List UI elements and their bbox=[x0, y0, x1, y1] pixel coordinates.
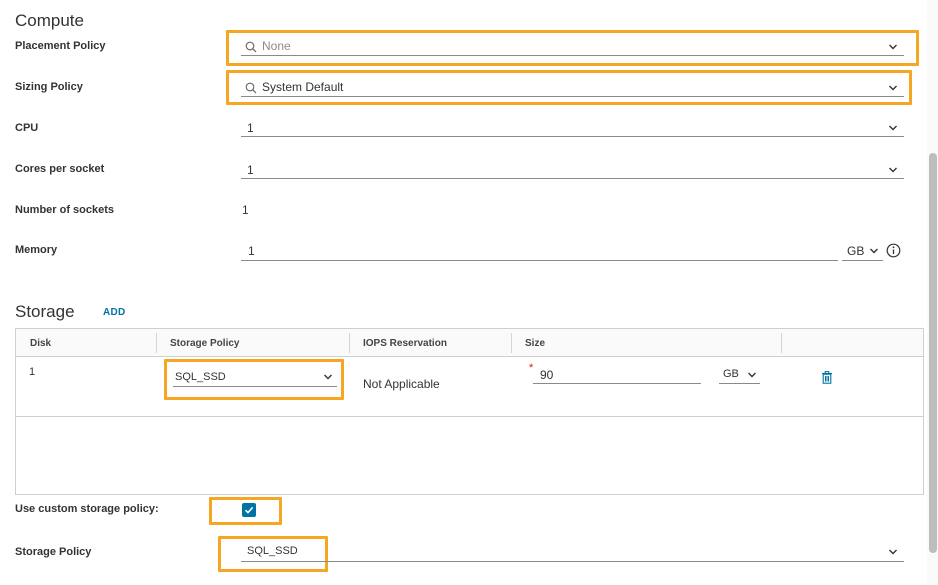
info-icon[interactable] bbox=[886, 243, 901, 258]
iops-value: Not Applicable bbox=[363, 377, 440, 391]
chevron-down-icon bbox=[889, 85, 897, 91]
disk-storage-policy-value: SQL_SSD bbox=[175, 371, 226, 383]
memory-input[interactable]: 1 bbox=[241, 240, 838, 261]
cores-per-socket-select[interactable]: 1 bbox=[241, 159, 904, 179]
sizing-policy-label: Sizing Policy bbox=[15, 81, 83, 93]
placement-policy-select[interactable]: None bbox=[241, 35, 904, 56]
memory-unit-select[interactable]: GB bbox=[842, 240, 883, 261]
table-header bbox=[16, 329, 923, 357]
sizing-policy-value: System Default bbox=[262, 80, 344, 94]
chevron-down-icon bbox=[889, 125, 897, 131]
disks-table: Disk Storage Policy IOPS Reservation Siz… bbox=[15, 328, 924, 495]
disk-size-value: 90 bbox=[540, 368, 554, 382]
placement-policy-label: Placement Policy bbox=[15, 40, 106, 52]
disk-size-input[interactable]: 90 bbox=[533, 364, 701, 384]
add-disk-link[interactable]: ADD bbox=[103, 307, 126, 318]
cpu-select[interactable]: 1 bbox=[241, 117, 904, 137]
column-header-disk: Disk bbox=[30, 338, 52, 349]
cpu-value: 1 bbox=[247, 121, 254, 135]
search-icon bbox=[245, 41, 257, 53]
column-header-iops: IOPS Reservation bbox=[363, 338, 447, 349]
sizing-policy-select[interactable]: System Default bbox=[241, 76, 904, 97]
memory-value: 1 bbox=[248, 244, 255, 258]
compute-heading: Compute bbox=[15, 11, 84, 30]
disk-size-unit-value: GB bbox=[723, 368, 739, 380]
sockets-label: Number of sockets bbox=[15, 204, 115, 216]
column-divider bbox=[156, 333, 157, 353]
disk-size-unit-select[interactable]: GB bbox=[719, 364, 760, 384]
storage-heading: Storage bbox=[15, 302, 75, 321]
column-divider bbox=[781, 333, 782, 353]
cores-per-socket-label: Cores per socket bbox=[15, 163, 105, 175]
chevron-down-icon bbox=[324, 374, 332, 380]
column-header-storage-policy: Storage Policy bbox=[170, 338, 240, 349]
chevron-down-icon bbox=[889, 44, 897, 50]
storage-policy-label: Storage Policy bbox=[15, 546, 92, 558]
column-divider bbox=[349, 333, 350, 353]
trash-icon[interactable] bbox=[821, 371, 833, 384]
disk-number: 1 bbox=[29, 366, 36, 378]
placement-policy-placeholder: None bbox=[262, 39, 291, 53]
column-divider bbox=[511, 333, 512, 353]
search-icon bbox=[245, 82, 257, 94]
chevron-down-icon bbox=[870, 248, 878, 254]
chevron-down-icon bbox=[889, 549, 897, 555]
sockets-value: 1 bbox=[242, 203, 249, 217]
cores-per-socket-value: 1 bbox=[247, 163, 254, 177]
cpu-label: CPU bbox=[15, 122, 39, 134]
disk-storage-policy-select[interactable]: SQL_SSD bbox=[173, 366, 337, 387]
custom-policy-checkbox[interactable] bbox=[242, 503, 256, 517]
column-header-size: Size bbox=[525, 338, 546, 349]
scrollbar-thumb[interactable] bbox=[929, 153, 937, 553]
custom-policy-label: Use custom storage policy: bbox=[15, 503, 159, 515]
memory-label: Memory bbox=[15, 244, 58, 256]
storage-policy-value: SQL_SSD bbox=[247, 545, 298, 557]
check-icon bbox=[244, 506, 254, 514]
memory-unit-value: GB bbox=[847, 244, 865, 258]
chevron-down-icon bbox=[889, 167, 897, 173]
storage-policy-select[interactable]: SQL_SSD bbox=[241, 541, 904, 562]
chevron-down-icon bbox=[748, 372, 756, 378]
table-row: 1 SQL_SSD Not Applicable * 90 GB bbox=[16, 357, 923, 417]
